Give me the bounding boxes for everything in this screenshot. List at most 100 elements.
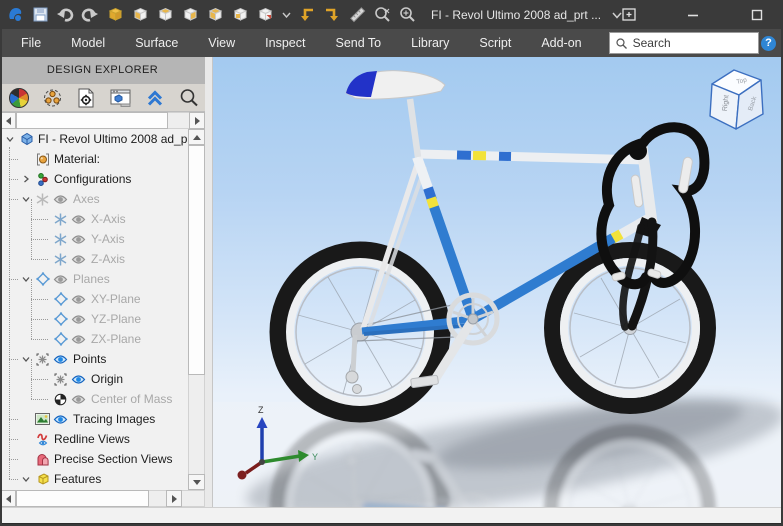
visibility-eye-icon[interactable] bbox=[69, 372, 88, 386]
view-cube-right-icon[interactable] bbox=[206, 6, 224, 24]
visibility-eye-icon[interactable] bbox=[69, 292, 88, 306]
explorer-hscrollbar-top[interactable] bbox=[0, 112, 205, 129]
help-button[interactable]: ? bbox=[761, 36, 776, 51]
tree-item-yz-plane[interactable]: YZ-Plane bbox=[0, 309, 188, 329]
find-icon[interactable] bbox=[178, 87, 199, 108]
visibility-eye-icon[interactable] bbox=[69, 332, 88, 346]
menu-item-surface[interactable]: Surface bbox=[120, 29, 193, 57]
menu-item-library[interactable]: Library bbox=[396, 29, 464, 57]
tree-item-z-axis[interactable]: Z-Axis bbox=[0, 249, 188, 269]
expander-down-icon[interactable] bbox=[18, 471, 34, 487]
scroll-right-button[interactable] bbox=[189, 112, 205, 129]
tree-item-planes[interactable]: Planes bbox=[0, 269, 188, 289]
tree-item-label: Tracing Images bbox=[73, 412, 156, 426]
menu-item-script[interactable]: Script bbox=[464, 29, 526, 57]
scroll-left-button[interactable] bbox=[0, 490, 16, 507]
views-dropdown-icon[interactable] bbox=[281, 6, 291, 24]
maximize-button[interactable] bbox=[750, 8, 764, 22]
visibility-eye-icon[interactable] bbox=[51, 352, 70, 366]
new-part-cube-icon[interactable] bbox=[106, 6, 124, 24]
tree-item-label: Y-Axis bbox=[91, 232, 125, 246]
scroll-left-button[interactable] bbox=[0, 112, 16, 129]
tree-item-configurations[interactable]: Configurations bbox=[0, 169, 188, 189]
expander-down-icon[interactable] bbox=[18, 351, 34, 367]
view-cube-marked-icon[interactable] bbox=[256, 6, 274, 24]
tree-item-precise-section-views[interactable]: Precise Section Views bbox=[0, 449, 188, 469]
panel-splitter[interactable] bbox=[205, 57, 213, 507]
tree-connector bbox=[31, 319, 48, 320]
scroll-thumb[interactable] bbox=[188, 145, 205, 375]
tree-item-label: Material: bbox=[54, 152, 101, 166]
scroll-right-button[interactable] bbox=[166, 490, 182, 507]
tree-item-zx-plane[interactable]: ZX-Plane bbox=[0, 329, 188, 349]
menu-item-add-on[interactable]: Add-on bbox=[526, 29, 596, 57]
tree-item-fi-revol-ultimo-2008-ad-prt[interactable]: FI - Revol Ultimo 2008 ad_prt bbox=[0, 129, 188, 149]
scroll-thumb[interactable] bbox=[16, 112, 168, 129]
visibility-eye-icon[interactable] bbox=[69, 392, 88, 406]
tree-item-tracing-images[interactable]: Tracing Images bbox=[0, 409, 188, 429]
tree-item-center-of-mass[interactable]: Center of Mass bbox=[0, 389, 188, 409]
visibility-eye-icon[interactable] bbox=[69, 252, 88, 266]
zoom-fit-tool-icon[interactable] bbox=[398, 6, 416, 24]
search-input[interactable] bbox=[630, 35, 745, 51]
tree-item-features[interactable]: Features bbox=[0, 469, 188, 489]
visibility-eye-icon[interactable] bbox=[51, 192, 70, 206]
collapse-all-icon[interactable] bbox=[144, 87, 165, 108]
minimize-button[interactable] bbox=[686, 8, 700, 22]
tree-item-origin[interactable]: Origin bbox=[0, 369, 188, 389]
scroll-down-button[interactable] bbox=[188, 474, 205, 490]
view-cube-front-icon[interactable] bbox=[131, 6, 149, 24]
visibility-eye-icon[interactable] bbox=[51, 412, 70, 426]
tree-item-xy-plane[interactable]: XY-Plane bbox=[0, 289, 188, 309]
tree-item-axes[interactable]: Axes bbox=[0, 189, 188, 209]
menu-item-inspect[interactable]: Inspect bbox=[250, 29, 320, 57]
expander-down-icon[interactable] bbox=[18, 191, 34, 207]
workspace-button[interactable] bbox=[622, 8, 636, 22]
title-dropdown-icon[interactable] bbox=[612, 6, 622, 24]
expander-down-icon[interactable] bbox=[2, 131, 18, 147]
tree-item-label: Features bbox=[54, 472, 102, 486]
undo-icon[interactable] bbox=[56, 6, 74, 24]
expander-right-icon[interactable] bbox=[18, 171, 34, 187]
view-cube-left-icon[interactable] bbox=[156, 6, 174, 24]
visibility-eye-icon[interactable] bbox=[69, 232, 88, 246]
redo-icon[interactable] bbox=[81, 6, 99, 24]
3d-viewport[interactable]: Top Right Back Z Y bbox=[205, 57, 783, 507]
view-cube-back-icon[interactable] bbox=[231, 6, 249, 24]
menu-item-model[interactable]: Model bbox=[56, 29, 120, 57]
tree-connector bbox=[9, 419, 18, 420]
view-cube-top-icon[interactable] bbox=[181, 6, 199, 24]
scroll-thumb[interactable] bbox=[16, 490, 149, 507]
visibility-eye-icon[interactable] bbox=[69, 312, 88, 326]
tree-item-label: Configurations bbox=[54, 172, 132, 186]
roll-back-icon[interactable] bbox=[298, 6, 316, 24]
expander-down-icon[interactable] bbox=[18, 271, 34, 287]
tree-item-label: YZ-Plane bbox=[91, 312, 142, 326]
measure-icon[interactable] bbox=[348, 6, 366, 24]
explorer-vscrollbar[interactable] bbox=[188, 129, 205, 490]
tree-item-label: Origin bbox=[91, 372, 124, 386]
tree-item-material[interactable]: Material: bbox=[0, 149, 188, 169]
menu-item-file[interactable]: File bbox=[6, 29, 56, 57]
explorer-hscrollbar-bottom[interactable] bbox=[0, 490, 205, 507]
visibility-eye-icon[interactable] bbox=[51, 272, 70, 286]
roll-forward-icon[interactable] bbox=[323, 6, 341, 24]
search-box[interactable] bbox=[608, 32, 759, 54]
menu-item-view[interactable]: View bbox=[193, 29, 250, 57]
zoom-out-tool-icon[interactable] bbox=[373, 6, 391, 24]
document-properties-icon[interactable] bbox=[76, 87, 97, 108]
view-cube[interactable]: Top Right Back bbox=[709, 69, 764, 130]
view-manager-icon[interactable] bbox=[110, 87, 131, 108]
menu-item-send-to[interactable]: Send To bbox=[320, 29, 396, 57]
tree-item-x-axis[interactable]: X-Axis bbox=[0, 209, 188, 229]
scroll-up-button[interactable] bbox=[188, 129, 205, 145]
visibility-eye-icon[interactable] bbox=[69, 212, 88, 226]
assembly-options-icon[interactable] bbox=[42, 87, 63, 108]
color-wheel-icon[interactable] bbox=[8, 87, 29, 108]
tree-item-redline-views[interactable]: Redline Views bbox=[0, 429, 188, 449]
save-icon[interactable] bbox=[31, 6, 49, 24]
tree-item-points[interactable]: Points bbox=[0, 349, 188, 369]
menu-bar: File Model Surface View Inspect Send To Librar… bbox=[0, 29, 783, 57]
tree-item-y-axis[interactable]: Y-Axis bbox=[0, 229, 188, 249]
